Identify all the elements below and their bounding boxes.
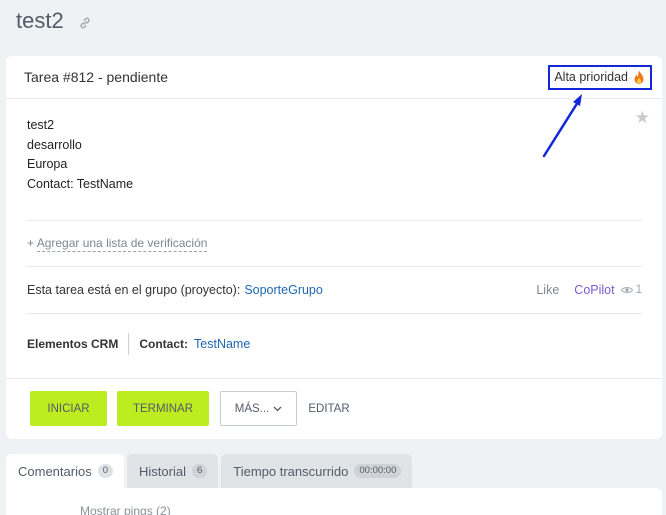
description-line: Europa: [27, 157, 68, 171]
description-line: Contact: TestName: [27, 176, 134, 191]
description-line: desarrollo: [27, 137, 82, 152]
add-checklist-link[interactable]: + Agregar una lista de verificación: [27, 236, 208, 252]
priority-label: Alta prioridad: [554, 70, 628, 84]
views-count: 1: [635, 284, 642, 296]
crm-label: Elementos CRM: [27, 333, 130, 355]
page-header: test2: [16, 8, 92, 34]
like-button[interactable]: Like: [536, 283, 559, 297]
tab-label: Comentarios: [18, 463, 92, 479]
show-pings-link[interactable]: Mostrar pings (2): [80, 504, 171, 515]
star-icon[interactable]: ★: [635, 108, 650, 128]
divider: [26, 313, 642, 314]
crm-row: Elementos CRM Contact: TestName: [27, 333, 250, 355]
tab-bar: Comentarios 0 Historial 6 Tiempo transcu…: [6, 454, 413, 488]
task-heading: Tarea #812 - pendiente: [24, 69, 168, 85]
description-line: test2: [27, 118, 55, 132]
group-row: Esta tarea está en el grupo (proyecto): …: [27, 283, 642, 297]
finish-button[interactable]: TERMINAR: [117, 391, 209, 426]
more-button[interactable]: MÁS...: [220, 391, 297, 426]
group-link[interactable]: SoporteGrupo: [244, 283, 323, 297]
tab-count: 6: [191, 464, 208, 478]
tab-label: Historial: [139, 463, 186, 479]
checklist-label: Agregar una lista de verificación: [36, 236, 208, 252]
copilot-button[interactable]: CoPilot: [574, 283, 614, 297]
task-description: test2 desarrollo Europa Contact: TestNam…: [27, 116, 133, 194]
tab-comments[interactable]: Comentarios 0: [6, 454, 124, 488]
tab-count: 00:00:00: [354, 464, 402, 478]
link-icon[interactable]: [78, 16, 92, 30]
checklist-prefix: +: [27, 236, 35, 250]
more-button-label: MÁS...: [234, 402, 270, 415]
views-counter: 1: [620, 284, 642, 296]
priority-badge[interactable]: Alta prioridad: [548, 64, 652, 90]
crm-contact-label: Contact:: [139, 337, 189, 351]
tab-label: Tiempo transcurrido: [233, 463, 349, 479]
tab-history[interactable]: Historial 6: [127, 454, 219, 488]
page-title: test2: [16, 8, 64, 33]
edit-button[interactable]: EDITAR: [308, 391, 349, 426]
group-text: Esta tarea está en el grupo (proyecto):: [27, 283, 241, 297]
flame-icon: [633, 70, 645, 85]
eye-icon: [620, 287, 633, 293]
chevron-down-icon: [273, 406, 282, 411]
crm-contact-link[interactable]: TestName: [194, 337, 250, 351]
divider: [26, 266, 642, 267]
tab-time-spent[interactable]: Tiempo transcurrido 00:00:00: [221, 454, 413, 488]
start-button[interactable]: INICIAR: [30, 391, 107, 426]
action-bar: INICIAR TERMINAR MÁS... EDITAR: [6, 378, 662, 439]
divider: [26, 220, 642, 221]
annotation-arrow: [542, 94, 582, 158]
tab-count: 0: [97, 464, 113, 478]
comments-panel: Mostrar pings (2): [6, 488, 662, 515]
